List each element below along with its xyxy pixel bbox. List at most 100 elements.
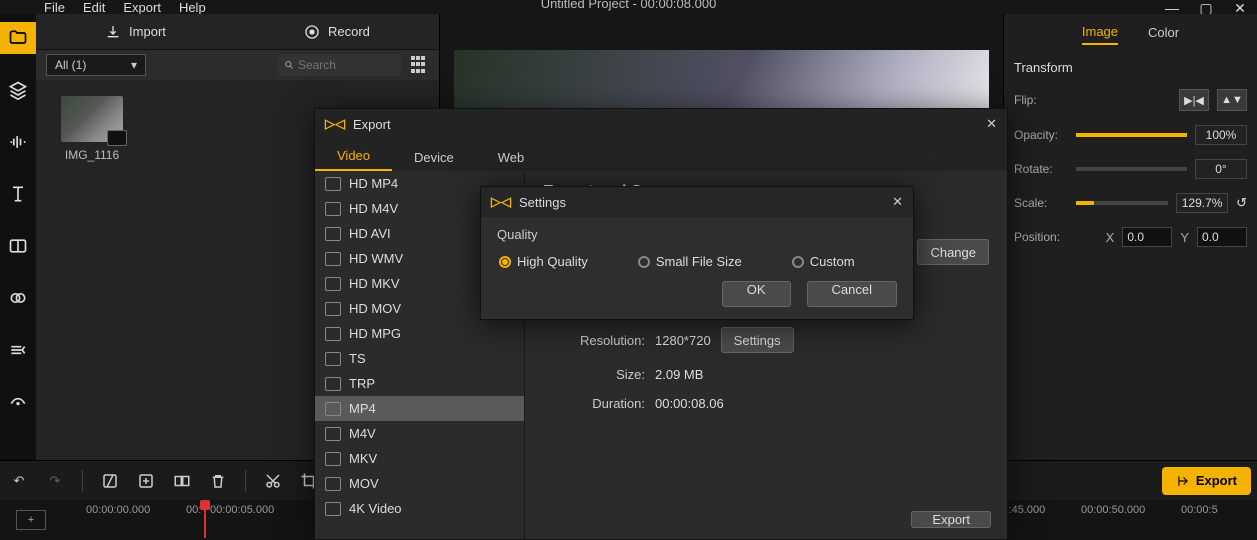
format-label: M4V: [349, 426, 376, 441]
menu-export[interactable]: Export: [123, 0, 161, 15]
flip-vertical-button[interactable]: ▲▼: [1217, 89, 1247, 111]
format-icon: [325, 502, 341, 516]
media-filter-value: All (1): [55, 58, 86, 72]
audio-icon[interactable]: [0, 126, 36, 158]
playhead[interactable]: [204, 502, 206, 538]
settings-dialog-close-icon[interactable]: ✕: [892, 194, 903, 210]
rotate-slider[interactable]: [1076, 167, 1187, 171]
media-filter-select[interactable]: All (1) ▾: [46, 54, 146, 76]
delete-icon[interactable]: [205, 468, 231, 494]
format-item[interactable]: MKV: [315, 446, 524, 471]
format-label: HD MOV: [349, 301, 401, 316]
media-clip[interactable]: IMG_1116: [52, 96, 132, 162]
tool2-icon[interactable]: [133, 468, 159, 494]
overlay-icon[interactable]: [0, 282, 36, 314]
import-icon: [105, 24, 121, 40]
format-icon: [325, 352, 341, 366]
search-field[interactable]: [298, 58, 395, 72]
import-button[interactable]: Import: [105, 24, 166, 40]
media-icon[interactable]: [0, 22, 36, 54]
search-input[interactable]: [278, 54, 402, 76]
minimize-icon[interactable]: —: [1155, 0, 1189, 14]
position-x-input[interactable]: 0.0: [1122, 227, 1172, 247]
menu-edit[interactable]: Edit: [83, 0, 105, 15]
export-dialog-close-icon[interactable]: ✕: [986, 116, 997, 132]
format-label: MP4: [349, 401, 376, 416]
format-label: HD MP4: [349, 176, 398, 191]
undo-icon[interactable]: ↶: [6, 468, 32, 494]
scale-slider[interactable]: [1076, 201, 1168, 205]
chevron-down-icon: ▾: [131, 58, 137, 72]
radio-custom-label: Custom: [810, 254, 855, 269]
redo-icon[interactable]: ↷: [42, 468, 68, 494]
export-tab-web[interactable]: Web: [476, 144, 547, 171]
cut-icon[interactable]: [260, 468, 286, 494]
settings-dialog: ▷◁ Settings ✕ Quality High Quality Small…: [480, 186, 914, 320]
opacity-slider[interactable]: [1076, 133, 1187, 137]
opacity-label: Opacity:: [1014, 128, 1068, 142]
format-item[interactable]: TRP: [315, 371, 524, 396]
text-icon[interactable]: [0, 178, 36, 210]
effects-icon[interactable]: [0, 386, 36, 418]
tab-color[interactable]: Color: [1148, 25, 1179, 44]
format-icon: [325, 477, 341, 491]
x-label: X: [1106, 230, 1115, 245]
menu-file[interactable]: File: [44, 0, 65, 15]
scale-value[interactable]: 129.7%: [1176, 193, 1228, 213]
split-icon[interactable]: [0, 230, 36, 262]
add-track-button[interactable]: +: [16, 510, 46, 530]
export-tab-video[interactable]: Video: [315, 142, 392, 171]
format-label: HD WMV: [349, 251, 403, 266]
format-label: MKV: [349, 451, 377, 466]
grid-view-icon[interactable]: [411, 56, 429, 74]
radio-dot-icon: [638, 256, 650, 268]
settings-cancel-button[interactable]: Cancel: [807, 281, 897, 307]
format-item[interactable]: MOV: [315, 471, 524, 496]
import-label: Import: [129, 24, 166, 39]
layers-icon[interactable]: [0, 74, 36, 106]
settings-ok-button[interactable]: OK: [722, 281, 791, 307]
tab-image[interactable]: Image: [1082, 24, 1118, 45]
menu-help[interactable]: Help: [179, 0, 206, 15]
reset-scale-icon[interactable]: ↺: [1236, 195, 1247, 211]
app-logo-icon: ▷◁: [325, 116, 345, 132]
format-item[interactable]: TS: [315, 346, 524, 371]
duration-label: Duration:: [543, 396, 655, 411]
position-y-input[interactable]: 0.0: [1197, 227, 1247, 247]
format-label: HD AVI: [349, 226, 391, 241]
format-label: HD M4V: [349, 201, 398, 216]
format-icon: [325, 302, 341, 316]
format-item[interactable]: M4V: [315, 421, 524, 446]
tool3-icon[interactable]: [169, 468, 195, 494]
format-label: HD MPG: [349, 326, 401, 341]
export-tab-device[interactable]: Device: [392, 144, 476, 171]
radio-high-quality[interactable]: High Quality: [499, 254, 588, 269]
format-label: MOV: [349, 476, 379, 491]
format-item[interactable]: MP4: [315, 396, 524, 421]
close-icon[interactable]: ✕: [1223, 0, 1257, 14]
export-dialog-export-button[interactable]: Export: [911, 511, 991, 528]
resolution-settings-button[interactable]: Settings: [721, 327, 794, 353]
maximize-icon[interactable]: ▢: [1189, 0, 1223, 14]
resolution-label: Resolution:: [543, 333, 655, 348]
export-icon: [1176, 474, 1190, 488]
format-icon: [325, 327, 341, 341]
format-icon: [325, 452, 341, 466]
flip-label: Flip:: [1014, 93, 1068, 107]
tool1-icon[interactable]: [97, 468, 123, 494]
change-button[interactable]: Change: [917, 239, 989, 265]
record-icon: [304, 24, 320, 40]
radio-small-file[interactable]: Small File Size: [638, 254, 742, 269]
opacity-value[interactable]: 100%: [1195, 125, 1247, 145]
record-button[interactable]: Record: [304, 24, 370, 40]
radio-dot-icon: [499, 256, 511, 268]
format-item[interactable]: HD MPG: [315, 321, 524, 346]
export-button[interactable]: Export: [1162, 467, 1251, 495]
rotate-value[interactable]: 0°: [1195, 159, 1247, 179]
format-label: TS: [349, 351, 366, 366]
transition-icon[interactable]: [0, 334, 36, 366]
radio-custom[interactable]: Custom: [792, 254, 855, 269]
format-icon: [325, 227, 341, 241]
flip-horizontal-button[interactable]: ▶|◀: [1179, 89, 1209, 111]
format-item[interactable]: 4K Video: [315, 496, 524, 521]
